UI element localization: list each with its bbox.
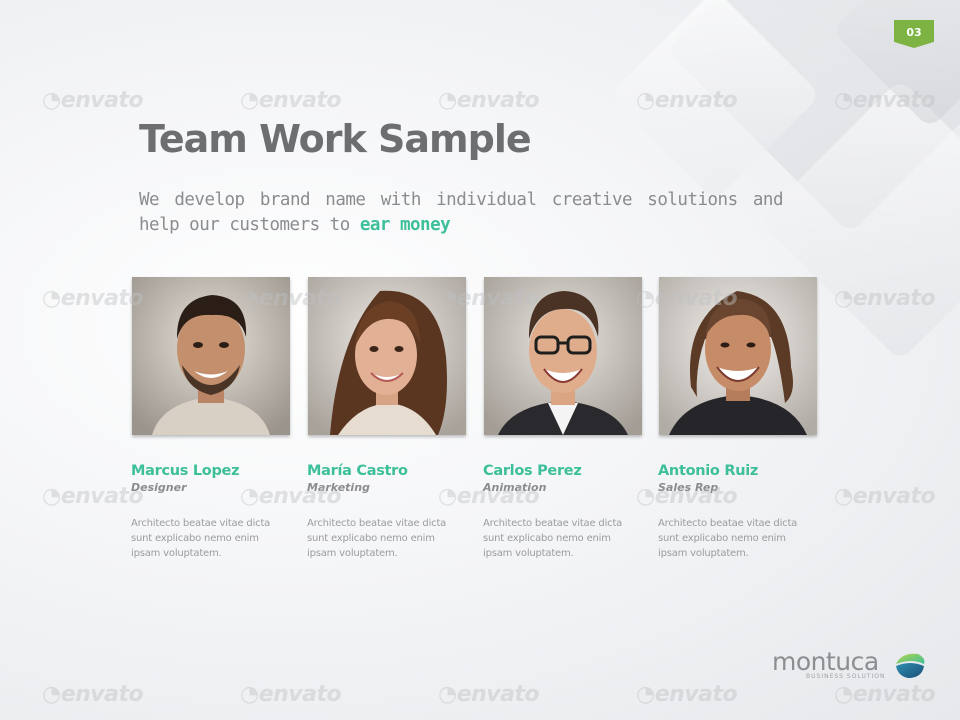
- team-photo-marcus-lopez: [132, 277, 290, 435]
- member-description: Architecto beatae vitae dicta sunt expli…: [483, 518, 623, 559]
- watermark-text: ◔envato: [636, 682, 738, 707]
- member-name: Marcus Lopez: [131, 463, 240, 479]
- watermark-text: ◔envato: [42, 88, 144, 113]
- watermark-text: ◔envato: [438, 88, 540, 113]
- slide-title: Team Work Sample: [139, 117, 532, 161]
- member-role: Sales Rep: [658, 481, 719, 494]
- member-role: Marketing: [307, 481, 370, 494]
- watermark-text: ◔envato: [834, 484, 936, 509]
- watermark-text: ◔envato: [42, 682, 144, 707]
- team-photo-antonio-ruiz: [659, 277, 817, 435]
- watermark-text: ◔envato: [42, 484, 144, 509]
- member-description: Architecto beatae vitae dicta sunt expli…: [131, 518, 271, 559]
- member-name: María Castro: [307, 463, 408, 479]
- watermark-text: ◔envato: [42, 286, 144, 311]
- watermark-text: ◔envato: [438, 682, 540, 707]
- slide: 03 Team Work Sample We develop brand nam…: [0, 0, 960, 720]
- subtitle-highlight: ear money: [359, 215, 451, 235]
- member-description: Architecto beatae vitae dicta sunt expli…: [658, 518, 798, 559]
- logo-tagline: BUSINESS SOLUTION: [806, 673, 886, 680]
- member-role: Designer: [131, 481, 187, 494]
- team-photo-carlos-perez: [484, 277, 642, 435]
- company-logo: montuca BUSINESS SOLUTION: [772, 648, 932, 688]
- watermark-text: ◔envato: [240, 88, 342, 113]
- subtitle-text: We develop brand name with individual cr…: [139, 190, 784, 235]
- slide-subtitle: We develop brand name with individual cr…: [139, 188, 784, 238]
- member-description: Architecto beatae vitae dicta sunt expli…: [307, 518, 447, 559]
- member-role: Animation: [483, 481, 547, 494]
- member-name: Antonio Ruiz: [658, 463, 759, 479]
- logo-name: montuca: [772, 647, 879, 676]
- logo-mark-icon: [896, 653, 925, 678]
- watermark-text: ◔envato: [240, 682, 342, 707]
- team-photo-maria-castro: [308, 277, 466, 435]
- member-name: Carlos Perez: [483, 463, 582, 479]
